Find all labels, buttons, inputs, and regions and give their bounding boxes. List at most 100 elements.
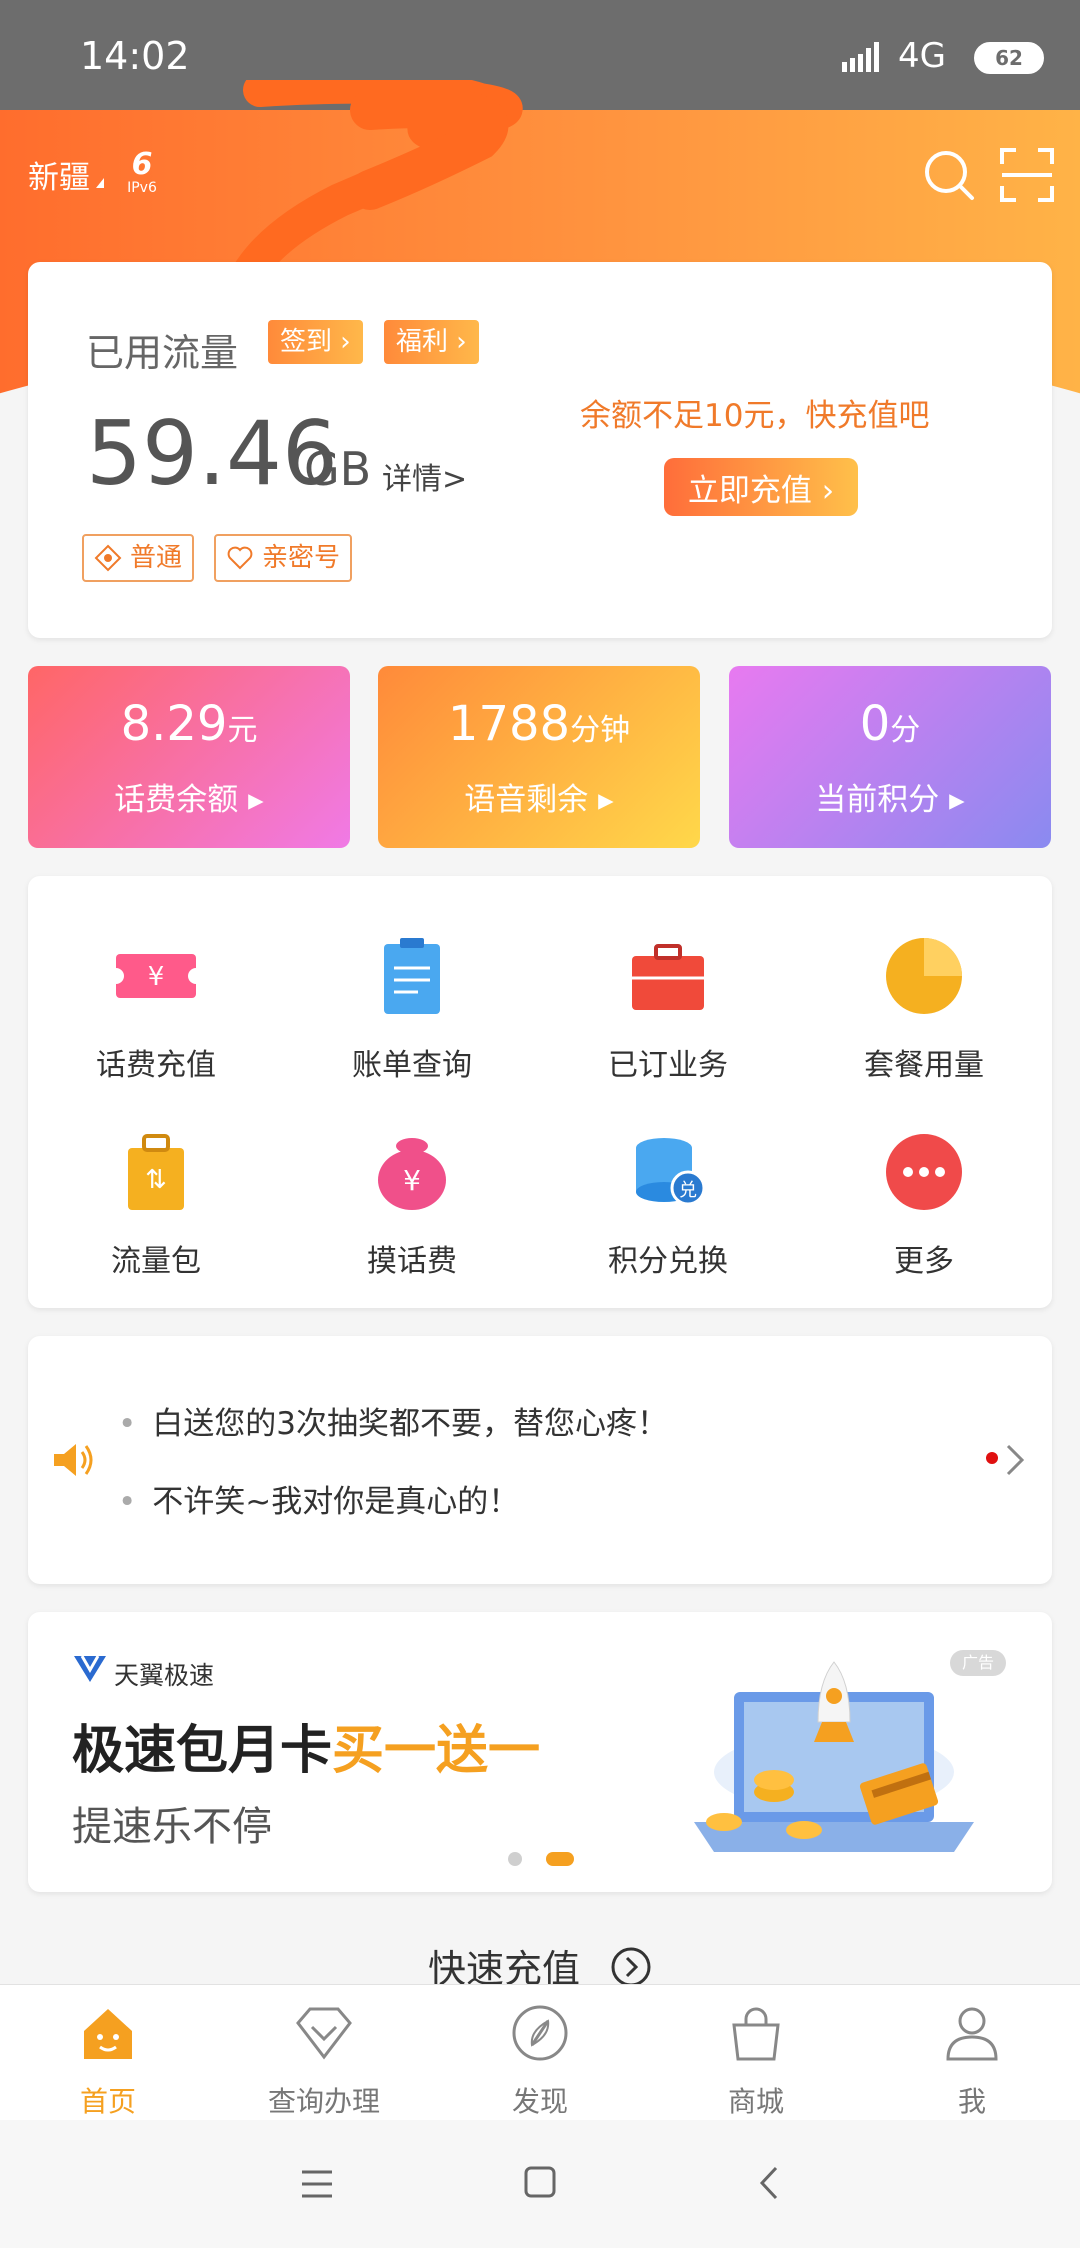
service-plan-usage-label: 套餐用量 xyxy=(864,1048,984,1083)
system-nav-bar xyxy=(0,2120,1080,2248)
brand-logo-icon xyxy=(74,1655,106,1682)
notice-card[interactable]: 白送您的3次抽奖都不要，替您心疼！ 不许笑~我对你是真心的！ xyxy=(28,1336,1052,1584)
home-icon xyxy=(84,2009,132,2059)
scan-icon[interactable] xyxy=(1000,148,1054,202)
ad-banner[interactable]: 天翼极速 极速包月卡买一送一 提速乐不停 广告 xyxy=(28,1612,1052,1892)
ad-brand: 天翼极速 xyxy=(72,1655,215,1692)
service-points-exchange[interactable]: 兑 积分兑换 xyxy=(540,1130,796,1280)
service-recharge[interactable]: ¥ 话费充值 xyxy=(28,934,284,1084)
pie-icon xyxy=(886,938,962,1014)
diamond-icon xyxy=(94,544,122,572)
nav-mall[interactable]: 商城 xyxy=(648,2003,864,2120)
voice-tile[interactable]: 1788分钟 语音剩余 ▸ xyxy=(378,666,700,848)
voice-label: 语音剩余 xyxy=(464,782,589,818)
service-bill[interactable]: 账单查询 xyxy=(284,934,540,1084)
service-subscriptions-label: 已订业务 xyxy=(608,1048,728,1083)
notice-item[interactable]: 白送您的3次抽奖都不要，替您心疼！ xyxy=(118,1398,668,1443)
balance-tile[interactable]: 8.29元 话费余额 ▸ xyxy=(28,666,350,848)
data-usage-card: 已用流量 签到 › 福利 › 59.46 GB 详情> 普通 亲密号 余额不足1… xyxy=(28,262,1052,638)
briefcase-icon xyxy=(632,944,704,1010)
service-grid: ¥ 话费充值 账单查询 已订业务 套餐用量 ⇅ 流量包 ¥ 摸话费 兑 积分兑换… xyxy=(28,876,1052,1308)
service-more[interactable]: 更多 xyxy=(796,1130,1052,1280)
points-icon: 兑 xyxy=(636,1138,706,1206)
usage-value: 59.46 xyxy=(86,402,338,505)
usage-unit: GB xyxy=(304,442,372,496)
notice-item[interactable]: 不许笑~我对你是真心的！ xyxy=(118,1476,519,1521)
nav-home[interactable]: 首页 xyxy=(0,2003,216,2120)
service-more-label: 更多 xyxy=(894,1244,954,1279)
plan-family-tag[interactable]: 亲密号 xyxy=(214,534,353,582)
more-icon xyxy=(886,1134,962,1210)
svg-text:¥: ¥ xyxy=(148,962,165,992)
voice-value: 1788 xyxy=(447,696,571,752)
chevron-right-icon[interactable] xyxy=(1004,1442,1026,1478)
region-selector[interactable]: 新疆 xyxy=(28,152,104,197)
recharge-now-label: 立即充值 xyxy=(687,472,812,509)
nav-home-label: 首页 xyxy=(79,2085,136,2118)
rocket-laptop-illustration xyxy=(694,1661,974,1852)
plan-normal-label: 普通 xyxy=(130,543,183,573)
money-bag-icon: ¥ xyxy=(378,1138,446,1210)
svg-text:兑: 兑 xyxy=(679,1180,697,1201)
arrow-circle-icon xyxy=(611,1947,651,1987)
voice-unit: 分钟 xyxy=(570,713,631,748)
ad-brand-label: 天翼极速 xyxy=(114,1661,215,1690)
points-unit: 分 xyxy=(890,713,921,748)
region-label: 新疆 xyxy=(28,160,90,196)
search-icon[interactable] xyxy=(922,148,976,202)
service-lucky-money[interactable]: ¥ 摸话费 xyxy=(284,1130,540,1280)
checkin-tag[interactable]: 签到 › xyxy=(268,320,363,364)
plan-normal-tag[interactable]: 普通 xyxy=(82,534,195,582)
ad-title-main: 极速包月卡 xyxy=(72,1721,333,1781)
service-lucky-money-label: 摸话费 xyxy=(367,1244,457,1279)
ipv6-label: IPv6 xyxy=(127,180,157,196)
service-data-pack-label: 流量包 xyxy=(111,1244,201,1279)
unread-dot xyxy=(986,1452,998,1464)
svg-text:⇅: ⇅ xyxy=(145,1165,167,1195)
nav-query[interactable]: 查询办理 xyxy=(216,2003,432,2120)
service-data-pack[interactable]: ⇅ 流量包 xyxy=(28,1130,284,1280)
heart-icon xyxy=(227,546,253,570)
balance-value: 8.29 xyxy=(120,696,228,752)
data-bag-icon: ⇅ xyxy=(128,1134,184,1210)
nav-me[interactable]: 我 xyxy=(864,2003,1080,2120)
usage-detail-link[interactable]: 详情> xyxy=(382,454,467,498)
nav-mall-label: 商城 xyxy=(727,2085,784,2118)
compass-icon xyxy=(512,2005,568,2061)
ipv6-badge: 6 IPv6 xyxy=(127,147,157,197)
signal-icon xyxy=(842,42,884,72)
battery-icon: 62 xyxy=(974,42,1044,74)
status-time: 14:02 xyxy=(80,34,190,78)
bill-icon xyxy=(384,938,440,1014)
service-bill-label: 账单查询 xyxy=(352,1048,472,1083)
welfare-tag[interactable]: 福利 › xyxy=(384,320,479,364)
bottom-nav: 首页 查询办理 发现 商城 我 xyxy=(0,1984,1080,2120)
balance-unit: 元 xyxy=(227,713,258,748)
points-tile[interactable]: 0分 当前积分 ▸ xyxy=(729,666,1051,848)
nav-discover[interactable]: 发现 xyxy=(432,2003,648,2120)
carousel-dot-active[interactable] xyxy=(546,1852,574,1866)
nav-discover-label: 发现 xyxy=(511,2085,568,2118)
home-square-icon[interactable] xyxy=(524,2166,556,2198)
carousel-dot[interactable] xyxy=(508,1852,522,1866)
nav-query-label: 查询办理 xyxy=(267,2085,380,2118)
back-icon[interactable] xyxy=(756,2164,780,2202)
dropdown-icon xyxy=(96,178,104,188)
welfare-label: 福利 xyxy=(396,327,449,357)
user-icon xyxy=(946,2007,998,2061)
checkin-label: 签到 xyxy=(280,327,333,357)
recharge-now-button[interactable]: 立即充值 › xyxy=(664,458,858,516)
diamond-nav-icon xyxy=(296,2007,352,2060)
balance-label: 话费余额 xyxy=(114,782,239,818)
points-value: 0 xyxy=(859,696,891,752)
svg-text:¥: ¥ xyxy=(403,1164,421,1197)
points-label: 当前积分 xyxy=(815,782,940,818)
nav-me-label: 我 xyxy=(957,2085,986,2118)
balance-warning: 余额不足10元，快充值吧 xyxy=(580,398,930,434)
ticket-icon: ¥ xyxy=(108,954,204,998)
service-points-exchange-label: 积分兑换 xyxy=(608,1244,728,1279)
usage-label: 已用流量 xyxy=(86,331,239,375)
service-subscriptions[interactable]: 已订业务 xyxy=(540,934,796,1084)
menu-icon[interactable] xyxy=(300,2168,334,2200)
service-plan-usage[interactable]: 套餐用量 xyxy=(796,934,1052,1084)
